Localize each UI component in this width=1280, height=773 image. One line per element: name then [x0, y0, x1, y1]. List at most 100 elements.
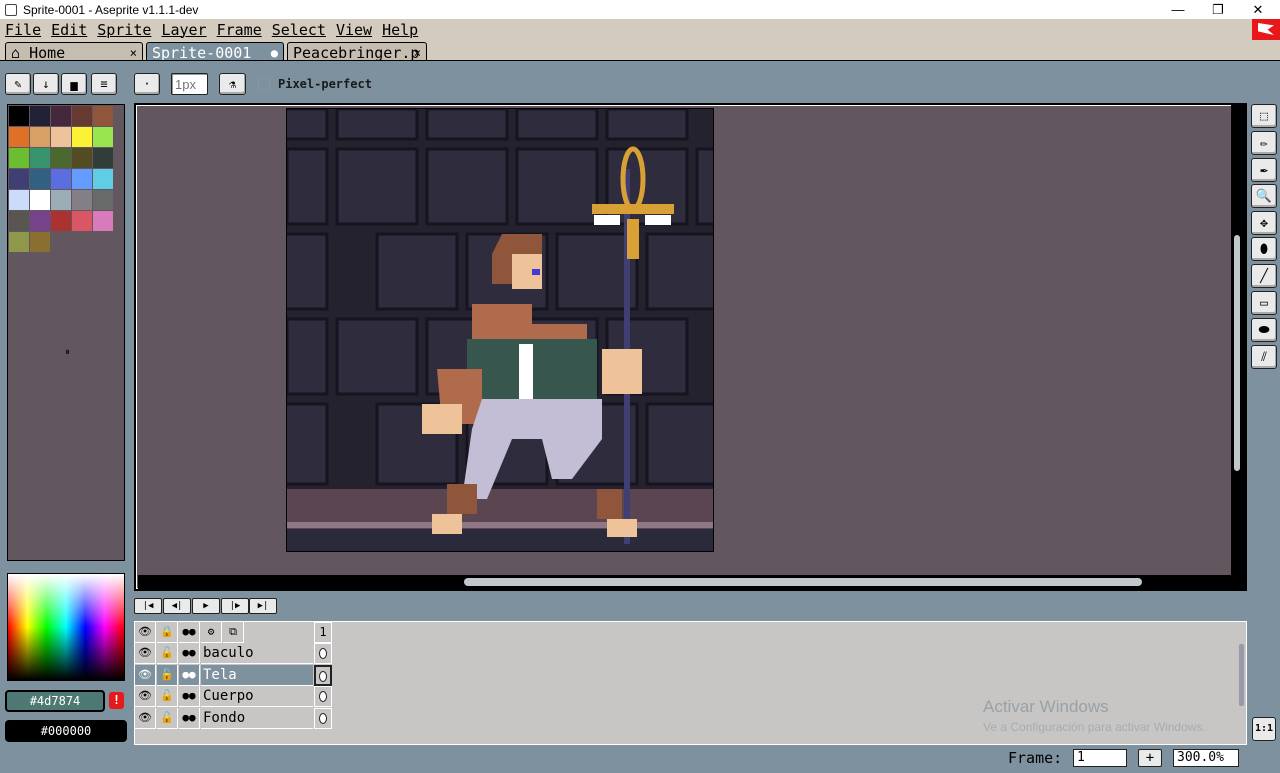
- lock-icon[interactable]: 🔓: [157, 708, 178, 729]
- line-tool-icon[interactable]: ╱: [1251, 264, 1277, 288]
- layer-name[interactable]: Cuerpo: [201, 686, 313, 707]
- palette-swatch[interactable]: [51, 127, 71, 147]
- play-button[interactable]: ▶: [192, 598, 220, 614]
- palette-swatch[interactable]: [72, 148, 92, 168]
- palette-swatch[interactable]: [9, 211, 29, 231]
- tab-close-icon[interactable]: ×: [130, 46, 137, 60]
- warning-icon[interactable]: !: [109, 692, 124, 709]
- frame-input[interactable]: 1: [1073, 749, 1127, 767]
- palette-swatch[interactable]: [30, 169, 50, 189]
- palette-swatch[interactable]: [51, 190, 71, 210]
- pencil-icon[interactable]: ✎: [5, 73, 31, 95]
- palette-swatch[interactable]: [9, 190, 29, 210]
- palette-swatch[interactable]: [93, 106, 113, 126]
- eye-icon[interactable]: 👁: [135, 622, 156, 643]
- fill-tool-icon[interactable]: ⬮: [1251, 237, 1277, 261]
- menu-icon[interactable]: ≡: [91, 73, 117, 95]
- continuous-icon[interactable]: ●●: [179, 643, 200, 664]
- palette-swatch[interactable]: [9, 232, 29, 252]
- palette-swatch[interactable]: [30, 127, 50, 147]
- lock-icon[interactable]: 🔓: [157, 665, 178, 686]
- layer-name[interactable]: baculo: [201, 643, 313, 664]
- next-frame-button[interactable]: |▶: [221, 598, 249, 614]
- palette-swatch[interactable]: [93, 127, 113, 147]
- ink-icon[interactable]: ⚗: [219, 73, 246, 95]
- eye-icon[interactable]: 👁: [135, 643, 156, 664]
- close-window-button[interactable]: ✕: [1238, 0, 1278, 19]
- zoom-input[interactable]: 300.0%: [1173, 749, 1239, 767]
- palette-swatch[interactable]: [72, 127, 92, 147]
- menu-view[interactable]: View: [331, 21, 377, 39]
- onion-skin-icon[interactable]: ⧉: [223, 622, 244, 643]
- palette-swatch[interactable]: [30, 190, 50, 210]
- cel[interactable]: [314, 708, 332, 729]
- palette-swatch[interactable]: [93, 190, 113, 210]
- menu-file[interactable]: File: [0, 21, 46, 39]
- tab-peacebringer[interactable]: Peacebringer.p ×: [287, 42, 427, 62]
- horizontal-scrollbar[interactable]: [138, 575, 1245, 589]
- palette-swatch[interactable]: [72, 190, 92, 210]
- arrow-down-icon[interactable]: ↓: [33, 73, 59, 95]
- rectangle-tool-icon[interactable]: ▭: [1251, 291, 1277, 315]
- zoom-tool-icon[interactable]: 🔍: [1251, 184, 1277, 208]
- palette-swatch[interactable]: [51, 169, 71, 189]
- marquee-tool-icon[interactable]: ⬚: [1251, 104, 1277, 128]
- move-tool-icon[interactable]: ✥: [1251, 211, 1277, 235]
- continuous-icon[interactable]: ●●: [179, 622, 200, 643]
- menu-layer[interactable]: Layer: [156, 21, 211, 39]
- eyedropper-tool-icon[interactable]: ✒: [1251, 158, 1277, 182]
- eye-icon[interactable]: 👁: [135, 686, 156, 707]
- lock-icon[interactable]: 🔒: [157, 622, 178, 643]
- palette-swatch[interactable]: [9, 106, 29, 126]
- background-color-button[interactable]: #000000: [5, 720, 127, 742]
- foreground-color-button[interactable]: #4d7874: [5, 690, 105, 712]
- palette-swatch[interactable]: [51, 148, 71, 168]
- add-frame-button[interactable]: +: [1138, 749, 1162, 767]
- continuous-icon[interactable]: ●●: [179, 708, 200, 729]
- palette-swatch[interactable]: [51, 106, 71, 126]
- eye-icon[interactable]: 👁: [135, 665, 156, 686]
- continuous-icon[interactable]: ●●: [179, 665, 200, 686]
- palette-swatch[interactable]: [72, 169, 92, 189]
- timeline-scrollbar[interactable]: [1239, 644, 1244, 706]
- fill-mode-icon[interactable]: ▅: [61, 73, 87, 95]
- tab-modified-icon[interactable]: ●: [271, 46, 278, 60]
- first-frame-button[interactable]: |◀: [134, 598, 162, 614]
- tab-sprite-0001[interactable]: Sprite-0001 ●: [146, 42, 284, 62]
- palette-swatch[interactable]: [72, 106, 92, 126]
- aseprite-logo-icon[interactable]: [1252, 19, 1280, 40]
- palette-swatch[interactable]: [9, 148, 29, 168]
- palette-swatch[interactable]: [9, 169, 29, 189]
- gear-icon[interactable]: ⚙: [201, 622, 222, 643]
- contour-tool-icon[interactable]: ⬬: [1251, 318, 1277, 342]
- color-spectrum[interactable]: [7, 573, 125, 681]
- sprite-editor[interactable]: [134, 103, 1247, 591]
- menu-frame[interactable]: Frame: [212, 21, 267, 39]
- restore-button[interactable]: ❐: [1198, 0, 1238, 19]
- previous-frame-button[interactable]: ◀|: [163, 598, 191, 614]
- tab-close-icon[interactable]: ×: [414, 46, 421, 60]
- eye-icon[interactable]: 👁: [135, 708, 156, 729]
- cel[interactable]: [314, 665, 332, 686]
- palette-swatch[interactable]: [93, 169, 113, 189]
- palette-swatch[interactable]: [72, 211, 92, 231]
- last-frame-button[interactable]: ▶|: [249, 598, 277, 614]
- layer-name[interactable]: Fondo: [201, 708, 313, 729]
- cel[interactable]: [314, 643, 332, 664]
- zoom-one-to-one-button[interactable]: 1:1: [1252, 717, 1276, 741]
- palette-swatch[interactable]: [30, 211, 50, 231]
- pencil-tool-icon[interactable]: ✏: [1251, 131, 1277, 155]
- menu-help[interactable]: Help: [377, 21, 423, 39]
- palette-swatch[interactable]: [9, 127, 29, 147]
- tab-home[interactable]: ⌂ Home ×: [5, 42, 143, 62]
- cel[interactable]: [314, 686, 332, 707]
- menu-select[interactable]: Select: [267, 21, 331, 39]
- minimize-button[interactable]: —: [1158, 0, 1198, 19]
- sprite-canvas[interactable]: [286, 108, 714, 552]
- horizontal-scrollbar-thumb[interactable]: [464, 578, 1142, 586]
- lock-icon[interactable]: 🔓: [157, 686, 178, 707]
- palette-swatch[interactable]: [93, 148, 113, 168]
- palette-swatch[interactable]: [30, 148, 50, 168]
- frame-number[interactable]: 1: [314, 622, 332, 643]
- palette-swatch[interactable]: [51, 211, 71, 231]
